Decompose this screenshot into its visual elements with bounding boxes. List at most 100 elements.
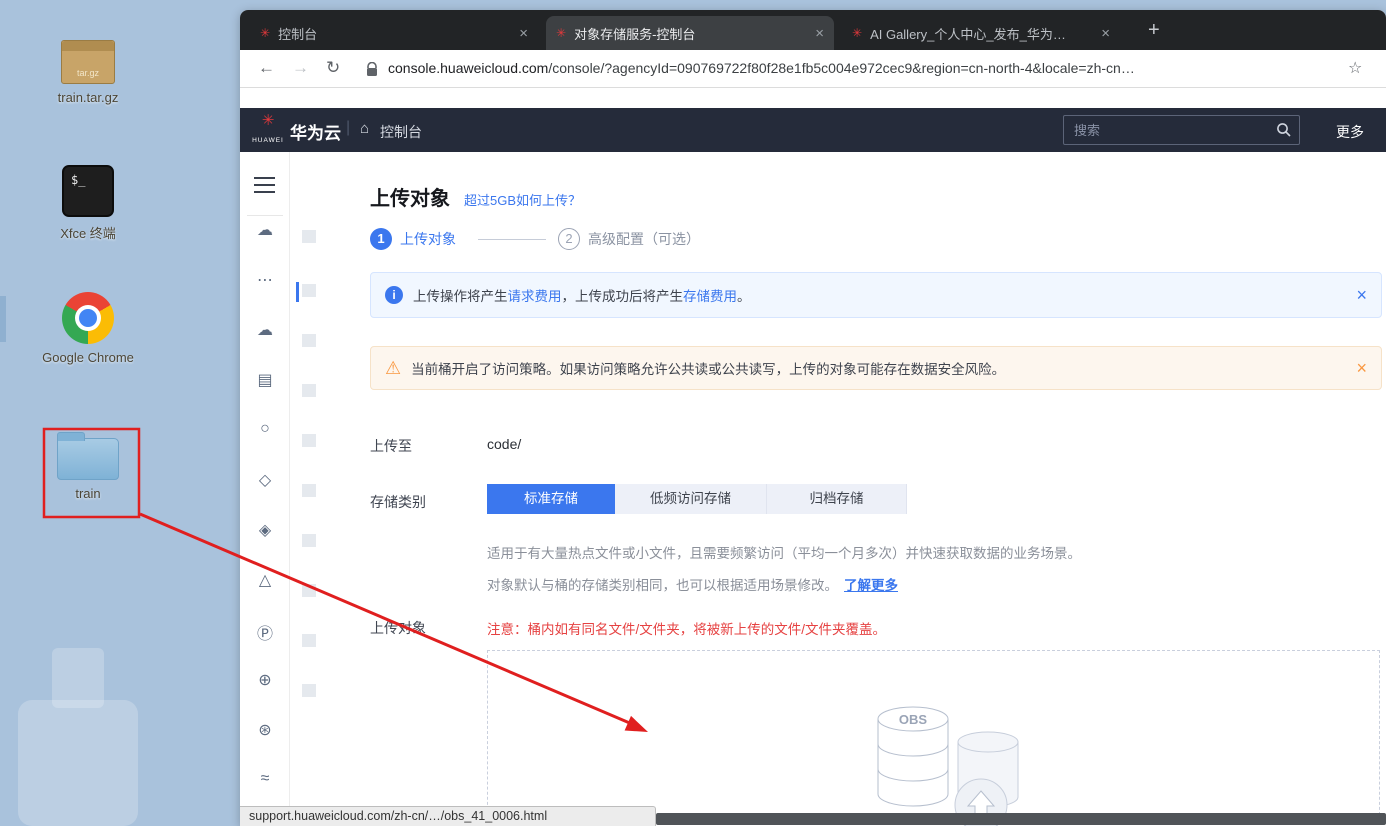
desktop-icon-train-folder[interactable]: train: [32, 432, 144, 501]
upload-object-label: 上传对象: [370, 618, 426, 638]
nav-fragment: [302, 284, 316, 297]
header-divider: |: [346, 119, 350, 137]
tag-icon[interactable]: ◈: [240, 520, 290, 540]
terminal-icon: $_: [62, 165, 114, 217]
nav-fragment: [302, 434, 316, 447]
nav-fragment: [302, 584, 316, 597]
console-header: ✳ HUAWEI 华为云 | ⌂ 控制台 更多: [240, 108, 1386, 152]
search-icon[interactable]: [1276, 122, 1292, 138]
storage-class-label: 存储类别: [370, 492, 426, 512]
archive-icon: tar.gz: [61, 40, 115, 84]
warning-banner: ⚠ 当前桶开启了访问策略。如果访问策略允许公共读或公共读写，上传的对象可能存在数…: [370, 346, 1382, 390]
rail-divider: [247, 215, 283, 216]
storage-option-standard[interactable]: 标准存储: [487, 484, 615, 514]
cloud-outline-icon[interactable]: ○: [240, 420, 290, 438]
forward-icon[interactable]: →: [292, 58, 309, 78]
vector-icon[interactable]: △: [240, 570, 290, 590]
back-icon[interactable]: ←: [258, 58, 275, 78]
nav-fragment: [302, 334, 316, 347]
obs-illustration: OBS: [863, 697, 1033, 826]
storage-desc-2: 对象默认与桶的存储类别相同，也可以根据适用场景修改。了解更多: [487, 574, 898, 594]
desktop-icon-xfce-terminal[interactable]: $_ Xfce 终端: [32, 165, 144, 242]
upload-to-value: code/: [487, 436, 521, 452]
huawei-logo[interactable]: ✳ HUAWEI: [250, 113, 286, 147]
chrome-icon: [62, 292, 114, 344]
nav-fragment: [302, 634, 316, 647]
more-menu[interactable]: 更多: [1336, 122, 1364, 142]
tab-obs-console[interactable]: ✳ 对象存储服务-控制台 ×: [546, 16, 834, 50]
menu-icon[interactable]: [254, 172, 276, 198]
step-1-circle: 1: [370, 228, 392, 250]
more-dots-icon[interactable]: ⋯: [240, 270, 290, 290]
desktop-icon-label: train: [32, 486, 144, 501]
overwrite-warning-note: 注意：桶内如有同名文件/文件夹，将被新上传的文件/文件夹覆盖。: [487, 618, 886, 638]
step-1-label: 上传对象: [400, 229, 456, 249]
desktop-icon-label: Xfce 终端: [32, 223, 144, 242]
cluster-icon[interactable]: ⊕: [240, 670, 290, 690]
address-bar: ← → ↻ console.huaweicloud.com/console/?a…: [240, 50, 1386, 88]
cloud-upload-icon[interactable]: ◇: [240, 470, 290, 490]
globe-icon[interactable]: ⊛: [240, 720, 290, 740]
desktop-icon-google-chrome[interactable]: Google Chrome: [32, 292, 144, 365]
wallpaper-notch: [0, 296, 6, 342]
url-field[interactable]: console.huaweicloud.com/console/?agencyI…: [388, 60, 1135, 76]
bookmark-star-icon[interactable]: ☆: [1348, 58, 1362, 78]
tab-title: 对象存储服务-控制台: [574, 24, 807, 43]
step-connector: [478, 239, 546, 240]
nav-fragment: [302, 384, 316, 397]
learn-more-link[interactable]: 了解更多: [844, 578, 898, 593]
nav-fragment: [302, 484, 316, 497]
horizontal-scrollbar[interactable]: [656, 813, 1386, 825]
cloud-server-icon[interactable]: ☁: [240, 320, 290, 340]
info-banner: i 上传操作将产生请求费用，上传成功后将产生存储费用。 ×: [370, 272, 1382, 318]
tab-ai-gallery[interactable]: ✳ AI Gallery_个人中心_发布_华为… ×: [842, 16, 1120, 50]
huawei-favicon-icon: ✳: [852, 26, 862, 40]
nav-fragment: [302, 534, 316, 547]
obs-label: OBS: [899, 712, 928, 727]
storage-service-icon[interactable]: ☁: [240, 220, 290, 240]
storage-class-selector: 标准存储 低频访问存储 归档存储: [487, 484, 907, 514]
storage-option-archive[interactable]: 归档存储: [767, 484, 907, 514]
tab-bar: ✳ 控制台 × ✳ 对象存储服务-控制台 × ✳ AI Gallery_个人中心…: [240, 10, 1386, 50]
parking-icon[interactable]: Ⓟ: [240, 620, 290, 644]
info-banner-close-icon[interactable]: ×: [1356, 285, 1367, 306]
desktop-icon-label: Google Chrome: [32, 350, 144, 365]
home-icon: ⌂: [360, 120, 369, 137]
info-banner-text: 上传操作将产生请求费用，上传成功后将产生存储费用。: [413, 285, 751, 305]
flask-watermark-body: [18, 700, 138, 826]
step-2-circle: 2: [558, 228, 580, 250]
tab-close-icon[interactable]: ×: [815, 25, 824, 42]
nav-fragment: [302, 684, 316, 697]
info-icon: i: [385, 286, 403, 304]
new-tab-button[interactable]: +: [1148, 20, 1160, 40]
warning-banner-text: 当前桶开启了访问策略。如果访问策略允许公共读或公共读写，上传的对象可能存在数据安…: [411, 358, 1005, 378]
folder-icon: [57, 438, 119, 480]
tab-close-icon[interactable]: ×: [1101, 25, 1110, 42]
warning-icon: ⚠: [385, 358, 401, 379]
console-home-link[interactable]: 控制台: [380, 122, 422, 142]
header-search: [1063, 115, 1300, 145]
request-fee-link[interactable]: 请求费用: [508, 289, 562, 304]
desktop-icon-train-tar-gz[interactable]: tar.gz train.tar.gz: [32, 40, 144, 105]
brand-huaweicloud[interactable]: 华为云: [290, 119, 341, 144]
tab-close-icon[interactable]: ×: [519, 25, 528, 42]
huawei-favicon-icon: ✳: [260, 26, 270, 40]
upload-dropzone[interactable]: OBS: [487, 650, 1380, 820]
tab-title: AI Gallery_个人中心_发布_华为…: [870, 24, 1093, 43]
upload-to-label: 上传至: [370, 436, 412, 456]
reload-icon[interactable]: ↻: [326, 58, 340, 78]
browser-window: ✳ 控制台 × ✳ 对象存储服务-控制台 × ✳ AI Gallery_个人中心…: [240, 10, 1386, 826]
storage-fee-link[interactable]: 存储费用: [683, 289, 737, 304]
wave-icon[interactable]: ≈: [240, 770, 290, 788]
storage-option-infrequent[interactable]: 低频访问存储: [615, 484, 767, 514]
search-input[interactable]: [1063, 115, 1300, 145]
tab-console[interactable]: ✳ 控制台 ×: [250, 16, 538, 50]
document-icon[interactable]: ▤: [240, 370, 290, 390]
storage-desc-1: 适用于有大量热点文件或小文件，且需要频繁访问（平均一个月多次）并快速获取数据的业…: [487, 542, 1081, 562]
upload-help-link[interactable]: 超过5GB如何上传？: [464, 190, 581, 209]
url-host: console.huaweicloud.com: [388, 60, 548, 76]
huawei-flower-icon: ✳: [250, 113, 286, 129]
page-title: 上传对象: [370, 182, 450, 211]
lock-icon: [366, 62, 378, 82]
warning-banner-close-icon[interactable]: ×: [1356, 358, 1367, 379]
